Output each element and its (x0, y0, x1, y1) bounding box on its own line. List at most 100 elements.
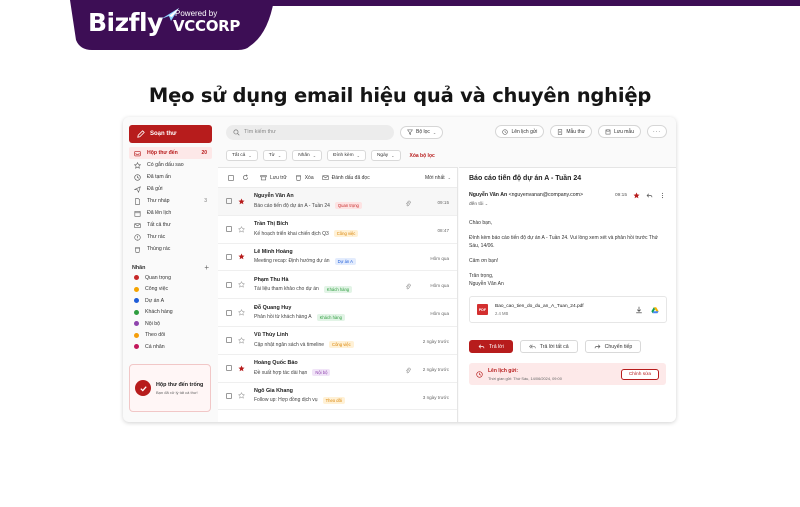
edit-schedule-button[interactable]: Chỉnh sửa (620, 368, 659, 380)
archive-button[interactable]: Lưu trữ (260, 174, 287, 181)
recipient-line[interactable]: đến tôi ⌄ (469, 201, 583, 207)
template-label: Mẫu thư (566, 128, 585, 135)
refresh-icon[interactable] (242, 174, 249, 181)
filter-chip[interactable]: Ngày ⌄ (370, 150, 401, 161)
schedule-send-button[interactable]: Lên lịch gửi (495, 125, 545, 138)
label-item[interactable]: Khách hàng (129, 307, 212, 319)
filter-button[interactable]: Bộ lọc ⌄ (400, 125, 444, 139)
label-item[interactable]: Nội bộ (129, 318, 212, 330)
star-filled-icon[interactable] (238, 365, 245, 372)
save-template-label: Lưu mẫu (613, 128, 634, 135)
star-outline-icon[interactable] (238, 225, 245, 233)
row-sender: Hoàng Quốc Bảo (254, 360, 298, 367)
download-icon[interactable] (635, 306, 643, 314)
table-row[interactable]: Hoàng Quốc Bảo Đề xuất hợp tác dài hạn Nội… (218, 355, 457, 383)
sender-email: <nguyenvanan@company.com> (508, 192, 583, 198)
table-row[interactable]: Nguyễn Văn An Báo cáo tiến độ dự án A - T… (218, 188, 457, 216)
star-outline-icon[interactable] (238, 281, 245, 289)
row-subject-line: Kế hoạch triển khai chiến dịch Q3 Công vi… (254, 230, 457, 238)
label-item[interactable]: Theo dõi (129, 330, 212, 342)
table-row[interactable]: Vũ Thùy Linh Cập nhật ngân sách và timeli… (218, 327, 457, 355)
select-all-checkbox[interactable] (228, 174, 234, 181)
more-options-button[interactable]: ··· (647, 125, 667, 138)
label-color-dot (134, 298, 139, 304)
filter-chip[interactable]: Từ ⌄ (262, 150, 288, 161)
vccorp-logo: VCCORP (173, 17, 241, 35)
more-vertical-icon[interactable] (659, 192, 666, 199)
row-checkbox[interactable] (226, 226, 232, 233)
compose-button[interactable]: Soạn thư (129, 125, 212, 143)
label-item[interactable]: Cá nhân (129, 341, 212, 353)
scheduled-send-banner: Lên lịch gửi: Thời gian gửi: Thứ Sáu, 14… (469, 363, 666, 385)
row-checkbox[interactable] (226, 392, 232, 399)
star-filled-icon[interactable] (633, 192, 640, 199)
mail-rows: Nguyễn Văn An Báo cáo tiến độ dự án A - T… (218, 188, 457, 411)
table-row[interactable]: Trần Thị Bích Kế hoạch triển khai chiến d… (218, 216, 457, 244)
star-filled-icon[interactable] (238, 198, 245, 205)
attachment-actions (635, 306, 659, 314)
attachment-card[interactable]: PDF Bao_cao_tien_do_du_an_A_Tuan_24.pdf … (469, 296, 667, 323)
sidebar-item-0[interactable]: Hộp thư đến 20 (129, 147, 212, 159)
filter-chip-label: Ngày (376, 153, 389, 158)
filter-chip[interactable]: Tất cả ⌄ (226, 150, 258, 161)
reply-button[interactable]: Trả lời (469, 340, 513, 353)
sort-dropdown[interactable]: Mới nhất ⌄ (425, 175, 451, 181)
body-sign-off: Trân trọng, (469, 273, 494, 279)
table-row[interactable]: Phạm Thu Hà Tài liệu tham khảo cho dự án K… (218, 271, 457, 300)
row-tag: Khách hàng (323, 285, 353, 293)
row-content: Phạm Thu Hà Tài liệu tham khảo cho dự án K… (254, 277, 457, 293)
chevron-down-icon: ⌄ (484, 201, 489, 206)
chevron-down-icon: ⌄ (432, 129, 437, 135)
filter-chip[interactable]: Đính kèm ⌄ (327, 150, 366, 161)
table-row[interactable]: Lê Minh Hoàng Meeting recap: Định hướng d… (218, 244, 457, 272)
chevron-down-icon: ⌄ (312, 153, 317, 158)
bizfly-logo[interactable]: Bizfly (88, 7, 181, 37)
row-checkbox[interactable] (226, 281, 232, 288)
sidebar-item-6[interactable]: Tất cả thư (129, 219, 212, 231)
star-outline-icon[interactable] (238, 336, 245, 344)
filter-chip[interactable]: Nhãn ⌄ (292, 150, 323, 161)
row-checkbox[interactable] (226, 253, 232, 260)
sidebar-item-3[interactable]: Đã gửi (129, 183, 212, 195)
clear-filter-link[interactable]: Xóa bộ lọc (410, 153, 435, 159)
folder-nav: Hộp thư đến 20 Có gắn dấu sao Đã tạm ẩn Đã g… (129, 147, 212, 255)
star-filled-icon[interactable] (238, 253, 245, 260)
inbox-empty-card: Hộp thư đến trống Bạn đã xử lý tất cả th… (129, 364, 211, 412)
sidebar-item-5[interactable]: Đã lên lịch (129, 207, 212, 219)
star-outline-icon[interactable] (238, 309, 245, 316)
table-row[interactable]: Ngô Gia Khang Follow up: Hợp đồng dịch vụ… (218, 383, 457, 411)
sidebar-item-count: 3 (204, 198, 207, 204)
search-input[interactable]: Tìm kiếm thư (226, 124, 394, 140)
row-checkbox[interactable] (226, 309, 232, 316)
google-drive-icon[interactable] (651, 306, 659, 314)
label-name: Dự án A (145, 297, 165, 304)
row-checkbox[interactable] (226, 337, 232, 344)
forward-icon (594, 344, 601, 349)
mark-read-button[interactable]: Đánh dấu đã đọc (322, 174, 370, 181)
star-outline-icon[interactable] (238, 392, 245, 400)
label-item[interactable]: Quan trọng (129, 272, 212, 284)
sidebar-item-1[interactable]: Có gắn dấu sao (129, 159, 212, 171)
row-time: 3 ngày trước (422, 394, 449, 400)
save-template-button[interactable]: Lưu mẫu (597, 125, 641, 138)
reading-pane: Báo cáo tiến độ dự án A - Tuần 24 Nguyễn… (459, 167, 676, 422)
sidebar-item-7[interactable]: Thư rác (129, 231, 212, 243)
add-label-icon[interactable]: + (204, 263, 209, 272)
row-time: 2 ngày trước (422, 338, 449, 344)
reply-icon[interactable] (646, 192, 653, 199)
row-checkbox[interactable] (226, 198, 232, 205)
sidebar-item-8[interactable]: Thùng rác (129, 243, 212, 255)
trash-icon (295, 175, 301, 181)
row-checkbox[interactable] (226, 365, 232, 372)
sidebar-item-2[interactable]: Đã tạm ẩn (129, 171, 212, 183)
label-item[interactable]: Dự án A (129, 295, 212, 307)
forward-button[interactable]: Chuyển tiếp (584, 340, 642, 353)
delete-button[interactable]: Xóa (295, 174, 314, 181)
reply-all-button[interactable]: Trả lời tất cả (519, 340, 578, 353)
template-button[interactable]: Mẫu thư (550, 125, 592, 138)
sidebar-item-4[interactable]: Thư nháp 3 (129, 195, 212, 207)
table-row[interactable]: Đỗ Quang Huy Phản hồi từ khách hàng A Khác… (218, 299, 457, 327)
row-subject-line: Meeting recap: Định hướng dự án Dự án A (254, 257, 457, 265)
label-item[interactable]: Công việc (129, 284, 212, 296)
reply-icon (478, 344, 485, 349)
